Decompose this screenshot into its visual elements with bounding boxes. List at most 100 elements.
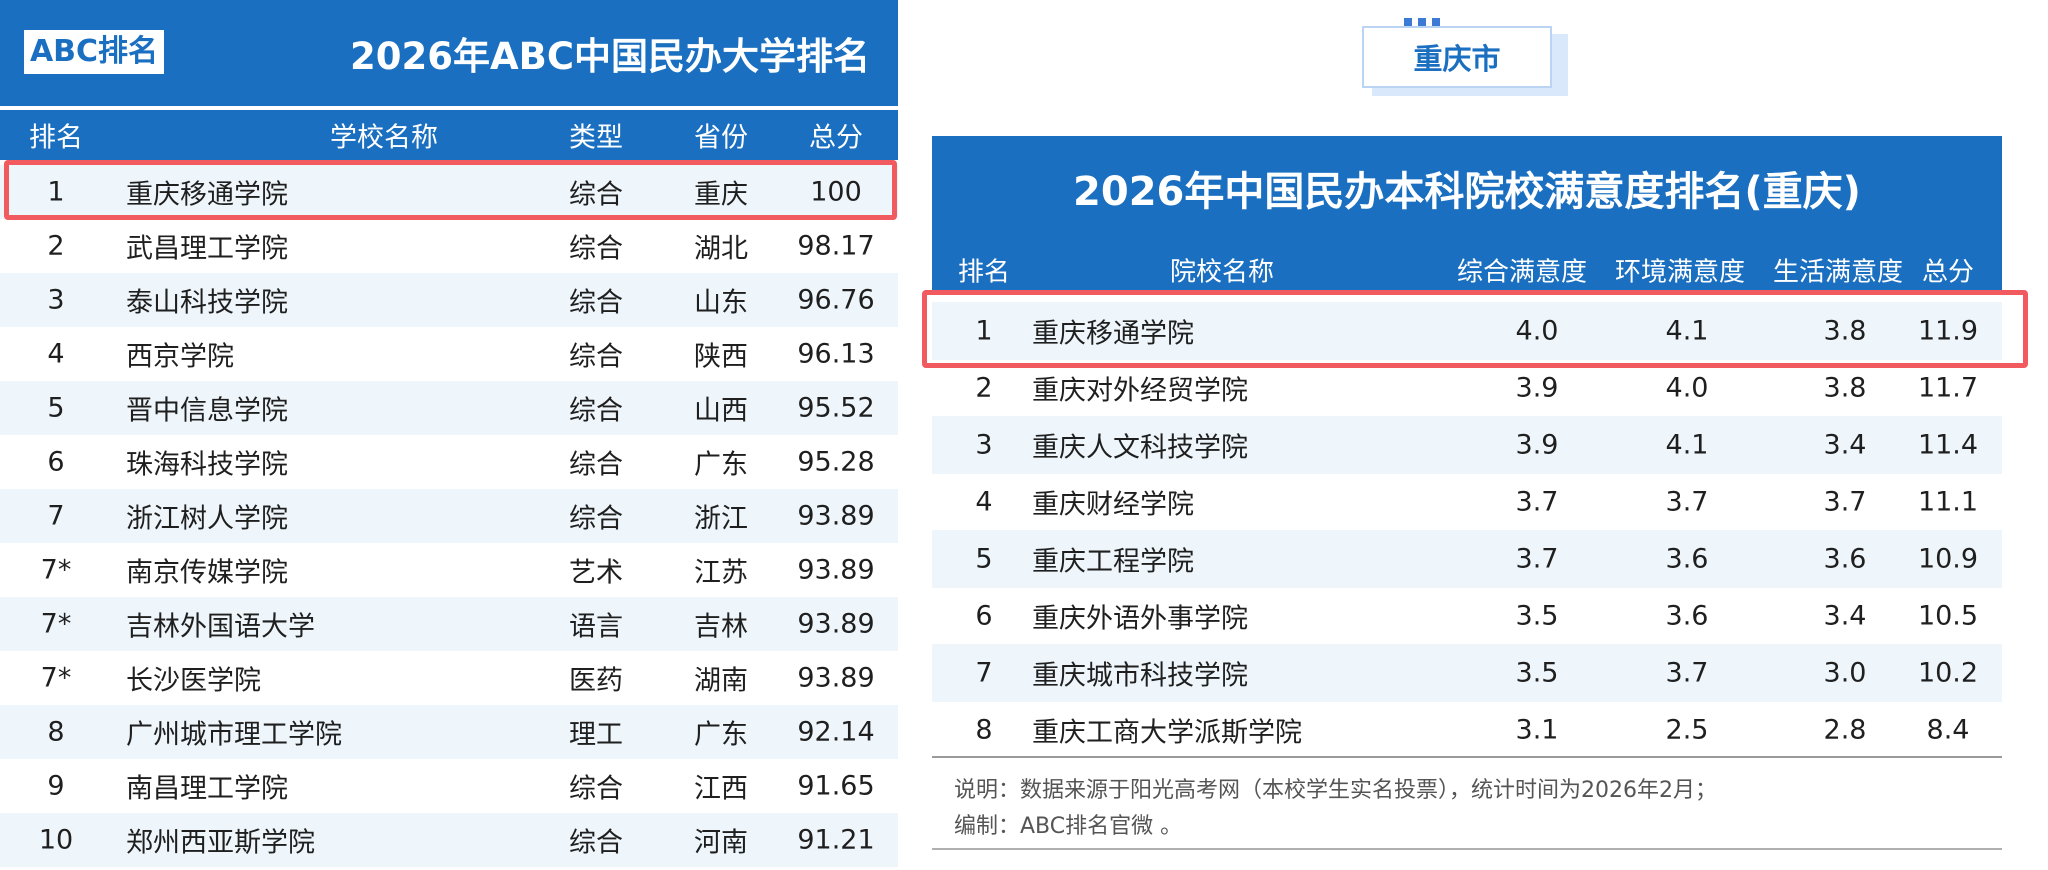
college-name-cell: 重庆对外经贸学院 xyxy=(1032,375,1248,407)
total-score-cell: 11.4 xyxy=(1917,429,1979,461)
school-name-cell: 长沙医学院 xyxy=(126,665,261,697)
table-row: 8 广州城市理工学院 理工 广东 92.14 xyxy=(0,705,898,759)
table-row: 3 泰山科技学院 综合 山东 96.76 xyxy=(0,273,898,327)
rank-cell: 4 xyxy=(47,338,65,370)
school-name-cell: 西京学院 xyxy=(126,341,234,373)
table-row: 1 重庆移通学院 4.0 4.1 3.8 11.9 xyxy=(932,302,2002,360)
header-total-score: 总分 xyxy=(1921,257,1974,288)
table-row: 6 重庆外语外事学院 3.5 3.6 3.4 10.5 xyxy=(932,587,2002,645)
table-row: 7* 长沙医学院 医药 湖南 93.89 xyxy=(0,651,898,705)
province-cell: 湖南 xyxy=(694,665,748,697)
type-cell: 综合 xyxy=(569,503,623,535)
total-score-cell: 10.5 xyxy=(1917,600,1979,632)
score-cell: 91.21 xyxy=(797,824,875,856)
province-cell: 山东 xyxy=(694,287,748,319)
school-name-cell: 南京传媒学院 xyxy=(126,557,288,589)
type-cell: 综合 xyxy=(569,827,623,859)
left-table-header: 排名 学校名称 类型 省份 总分 xyxy=(0,110,898,160)
rank-cell: 7* xyxy=(40,662,72,694)
province-cell: 浙江 xyxy=(694,503,748,535)
rank-cell: 5 xyxy=(975,543,993,575)
rank-cell: 5 xyxy=(47,392,65,424)
header-school-name: 学校名称 xyxy=(330,122,438,154)
type-cell: 综合 xyxy=(569,773,623,805)
score-cell: 96.13 xyxy=(797,338,875,370)
header-rank: 排名 xyxy=(29,122,83,154)
school-name-cell: 泰山科技学院 xyxy=(126,287,288,319)
rank-cell: 6 xyxy=(47,446,65,478)
school-name-cell: 吉林外国语大学 xyxy=(126,611,315,643)
college-name-cell: 重庆工程学院 xyxy=(1032,546,1194,578)
score-cell: 93.89 xyxy=(797,554,875,586)
right-title-banner: 2026年中国民办本科院校满意度排名(重庆) xyxy=(932,136,2002,248)
right-table-header: 排名 院校名称 综合满意度 环境满意度 生活满意度 总分 xyxy=(932,248,2002,292)
score-cell: 100 xyxy=(810,176,862,208)
header-type: 类型 xyxy=(569,122,623,154)
province-cell: 广东 xyxy=(694,449,748,481)
rank-cell: 1 xyxy=(47,176,65,208)
type-cell: 综合 xyxy=(569,341,623,373)
school-name-cell: 重庆移通学院 xyxy=(126,179,288,211)
type-cell: 医药 xyxy=(569,665,623,697)
footer-divider xyxy=(932,756,2002,758)
rank-cell: 8 xyxy=(47,716,65,748)
score-cell: 93.89 xyxy=(797,500,875,532)
type-cell: 综合 xyxy=(569,395,623,427)
left-title-banner: ABC排名 2026年ABC中国民办大学排名 xyxy=(0,0,898,106)
school-name-cell: 武昌理工学院 xyxy=(126,233,288,265)
score-cell: 93.89 xyxy=(797,608,875,640)
rank-cell: 4 xyxy=(975,486,993,518)
rank-cell: 7 xyxy=(975,657,993,689)
school-name-cell: 南昌理工学院 xyxy=(126,773,288,805)
type-cell: 理工 xyxy=(569,719,623,751)
table-row: 5 重庆工程学院 3.7 3.6 3.6 10.9 xyxy=(932,530,2002,588)
table-row: 6 珠海科技学院 综合 广东 95.28 xyxy=(0,435,898,489)
college-name-cell: 重庆工商大学派斯学院 xyxy=(1032,717,1302,749)
college-name-cell: 重庆外语外事学院 xyxy=(1032,603,1248,635)
school-name-cell: 珠海科技学院 xyxy=(126,449,288,481)
table-row: 3 重庆人文科技学院 3.9 4.1 3.4 11.4 xyxy=(932,416,2002,474)
rank-cell: 6 xyxy=(975,600,993,632)
college-name-cell: 重庆财经学院 xyxy=(1032,489,1194,521)
table-row: 10 郑州西亚斯学院 综合 河南 91.21 xyxy=(0,813,898,867)
rank-cell: 7 xyxy=(47,500,65,532)
table-row: 7* 吉林外国语大学 语言 吉林 93.89 xyxy=(0,597,898,651)
abc-logo: ABC排名 xyxy=(24,30,164,74)
table-row: 1 重庆移通学院 综合 重庆 100 xyxy=(0,165,898,219)
table-row: 7* 南京传媒学院 艺术 江苏 93.89 xyxy=(0,543,898,597)
province-cell: 江西 xyxy=(694,773,748,805)
province-cell: 江苏 xyxy=(694,557,748,589)
total-score-cell: 11.1 xyxy=(1917,486,1979,518)
province-cell: 湖北 xyxy=(694,233,748,265)
school-name-cell: 晋中信息学院 xyxy=(126,395,288,427)
score-cell: 96.76 xyxy=(797,284,875,316)
rank-cell: 2 xyxy=(975,372,993,404)
table-row: 4 西京学院 综合 陕西 96.13 xyxy=(0,327,898,381)
rank-cell: 7* xyxy=(40,608,72,640)
table-row: 7 重庆城市科技学院 3.5 3.7 3.0 10.2 xyxy=(932,644,2002,702)
right-title: 2026年中国民办本科院校满意度排名(重庆) xyxy=(1073,169,1861,215)
province-cell: 河南 xyxy=(694,827,748,859)
school-name-cell: 广州城市理工学院 xyxy=(126,719,342,751)
source-note: 说明：数据来源于阳光高考网（本校学生实名投票），统计时间为2026年2月； xyxy=(954,778,1717,803)
left-title: 2026年ABC中国民办大学排名 xyxy=(350,35,870,78)
total-score-cell: 11.7 xyxy=(1917,372,1979,404)
rank-cell: 7* xyxy=(40,554,72,586)
table-row: 5 晋中信息学院 综合 山西 95.52 xyxy=(0,381,898,435)
school-name-cell: 浙江树人学院 xyxy=(126,503,288,535)
type-cell: 艺术 xyxy=(569,557,623,589)
province-cell: 吉林 xyxy=(694,611,748,643)
header-total-score: 总分 xyxy=(809,122,863,154)
table-row: 2 武昌理工学院 综合 湖北 98.17 xyxy=(0,219,898,273)
city-tag: 重庆市 xyxy=(1362,26,1552,88)
rank-cell: 8 xyxy=(975,714,993,746)
rank-cell: 9 xyxy=(47,770,65,802)
rank-cell: 10 xyxy=(38,824,74,856)
province-cell: 陕西 xyxy=(694,341,748,373)
type-cell: 综合 xyxy=(569,179,623,211)
total-score-cell: 11.9 xyxy=(1917,315,1979,347)
left-ranking-panel: ABC排名 2026年ABC中国民办大学排名 排名 学校名称 类型 省份 总分 … xyxy=(0,0,898,870)
table-row: 4 重庆财经学院 3.7 3.7 3.7 11.1 xyxy=(932,473,2002,531)
score-cell: 93.89 xyxy=(797,662,875,694)
type-cell: 综合 xyxy=(569,233,623,265)
